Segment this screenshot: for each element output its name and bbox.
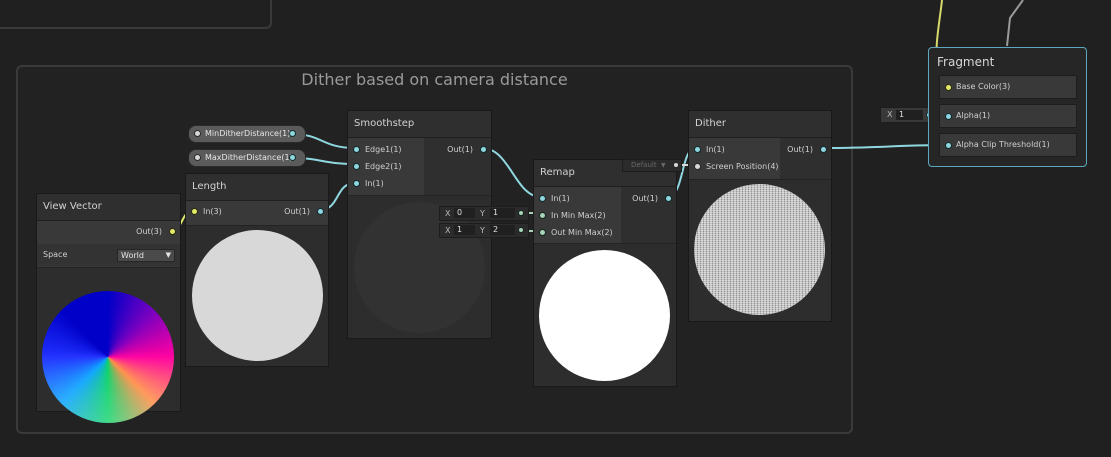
node-preview: [534, 243, 676, 386]
out-min-max-field-port[interactable]: [519, 228, 523, 232]
slot-alpha[interactable]: Alpha(1): [939, 104, 1077, 128]
property-port-out[interactable]: [290, 131, 295, 136]
screen-position-default: Default: [631, 161, 657, 169]
length-preview-sphere: [192, 230, 323, 361]
out-x-input[interactable]: 1: [454, 225, 475, 235]
port-out-min-max-dot[interactable]: [540, 230, 545, 235]
node-preview: [37, 267, 180, 423]
port-edge2: Edge2(1): [365, 162, 402, 171]
dither-preview-sphere: [694, 184, 825, 315]
port-out-dot[interactable]: [170, 229, 175, 234]
port-in-min-max: In Min Max(2): [551, 211, 606, 220]
chevron-down-icon: ▼: [661, 162, 666, 169]
in-y-input[interactable]: 1: [490, 208, 515, 218]
node-length[interactable]: Length In(3) Out(1): [185, 173, 329, 367]
node-header[interactable]: View Vector: [37, 194, 180, 221]
port-in-dot[interactable]: [192, 209, 197, 214]
wire-master-top-gray: [1006, 0, 1024, 47]
port-out-dot[interactable]: [318, 209, 323, 214]
port-out: Out(1): [632, 194, 658, 203]
chevron-down-icon: ▼: [165, 251, 171, 259]
out-x-label: X: [445, 226, 451, 235]
port-in: In(1): [706, 145, 725, 154]
in-x-label: X: [445, 209, 451, 218]
node-view-vector[interactable]: View Vector Out(3) Space World ▼: [36, 193, 181, 423]
port-screen-position: Screen Position(4): [706, 162, 779, 171]
space-label: Space: [43, 250, 68, 259]
screen-position-default-field[interactable]: Default ▼: [622, 159, 682, 172]
length-ports: In(3) Out(1): [186, 201, 328, 223]
smoothstep-preview-sphere: [354, 202, 485, 333]
port-in: In(3): [203, 207, 222, 216]
port-in: In(1): [551, 194, 570, 203]
in-min-max-field[interactable]: X 0 Y 1: [439, 206, 529, 221]
port-edge2-dot[interactable]: [354, 164, 359, 169]
port-out-dot[interactable]: [481, 147, 486, 152]
port-screen-position-dot[interactable]: [695, 164, 700, 169]
port-in-dot[interactable]: [540, 196, 545, 201]
slot-alpha-clip-dot[interactable]: [946, 143, 951, 148]
alpha-x-input[interactable]: 1: [896, 110, 923, 120]
port-out: Out(1): [284, 207, 310, 216]
port-out-dot[interactable]: [666, 196, 671, 201]
port-out: Out(1): [787, 145, 813, 154]
slot-base-color-dot[interactable]: [946, 85, 951, 90]
in-min-max-field-port[interactable]: [519, 211, 523, 215]
property-min-dither-distance[interactable]: MinDitherDistance(1): [188, 125, 306, 143]
space-row: Space World ▼: [37, 244, 180, 266]
property-max-dither-distance[interactable]: MaxDitherDistance(1): [188, 149, 306, 167]
slot-alpha-clip-threshold[interactable]: Alpha Clip Threshold(1): [939, 133, 1077, 157]
node-preview: [689, 179, 831, 321]
property-label: MaxDitherDistance(1): [205, 153, 293, 162]
slot-base-color[interactable]: Base Color(3): [939, 75, 1077, 99]
node-title: Remap: [540, 167, 575, 178]
out-y-input[interactable]: 2: [490, 225, 515, 235]
node-title: View Vector: [43, 201, 102, 212]
property-port-left[interactable]: [195, 131, 200, 136]
space-dropdown[interactable]: World ▼: [117, 249, 175, 262]
slot-alpha-label: Alpha(1): [956, 111, 991, 120]
port-out: Out(3): [136, 227, 162, 236]
port-in: In(1): [365, 179, 384, 188]
screen-position-field-port[interactable]: [674, 163, 678, 167]
port-out-dot[interactable]: [821, 147, 826, 152]
space-value: World: [121, 251, 144, 260]
node-header[interactable]: Length: [186, 174, 328, 201]
node-header[interactable]: Smoothstep: [348, 111, 491, 138]
alpha-x-label: X: [887, 110, 893, 119]
fragment-title: Fragment: [937, 55, 995, 69]
slot-alpha-clip-label: Alpha Clip Threshold(1): [956, 140, 1050, 149]
port-edge1-dot[interactable]: [354, 147, 359, 152]
node-dither[interactable]: Dither In(1) Screen Position(4) Out(1): [688, 110, 832, 322]
property-port-out[interactable]: [290, 155, 295, 160]
slot-alpha-dot[interactable]: [946, 114, 951, 119]
port-in-min-max-dot[interactable]: [540, 213, 545, 218]
node-title: Smoothstep: [354, 118, 415, 129]
in-x-input[interactable]: 0: [454, 208, 475, 218]
port-out-min-max: Out Min Max(2): [551, 228, 613, 237]
remap-preview-sphere: [539, 250, 670, 381]
property-label: MinDitherDistance(1): [205, 129, 291, 138]
out-y-label: Y: [480, 226, 485, 235]
fragment-block[interactable]: Fragment Base Color(3) Alpha(1) Alpha Cl…: [928, 47, 1087, 167]
property-port-left[interactable]: [195, 155, 200, 160]
port-out: Out(1): [447, 145, 473, 154]
node-remap[interactable]: Remap In(1) In Min Max(2) Out Min Max(2)…: [533, 159, 677, 387]
in-y-label: Y: [480, 209, 485, 218]
node-preview: [186, 225, 328, 366]
port-edge1: Edge1(1): [365, 145, 402, 154]
slot-base-color-label: Base Color(3): [956, 82, 1011, 91]
port-in-dot[interactable]: [695, 147, 700, 152]
node-header[interactable]: Dither: [689, 111, 831, 138]
view-vector-preview-sphere: [42, 291, 174, 423]
node-title: Length: [192, 181, 227, 192]
port-in-dot[interactable]: [354, 181, 359, 186]
out-min-max-field[interactable]: X 1 Y 2: [439, 223, 529, 238]
node-title: Dither: [695, 118, 727, 129]
